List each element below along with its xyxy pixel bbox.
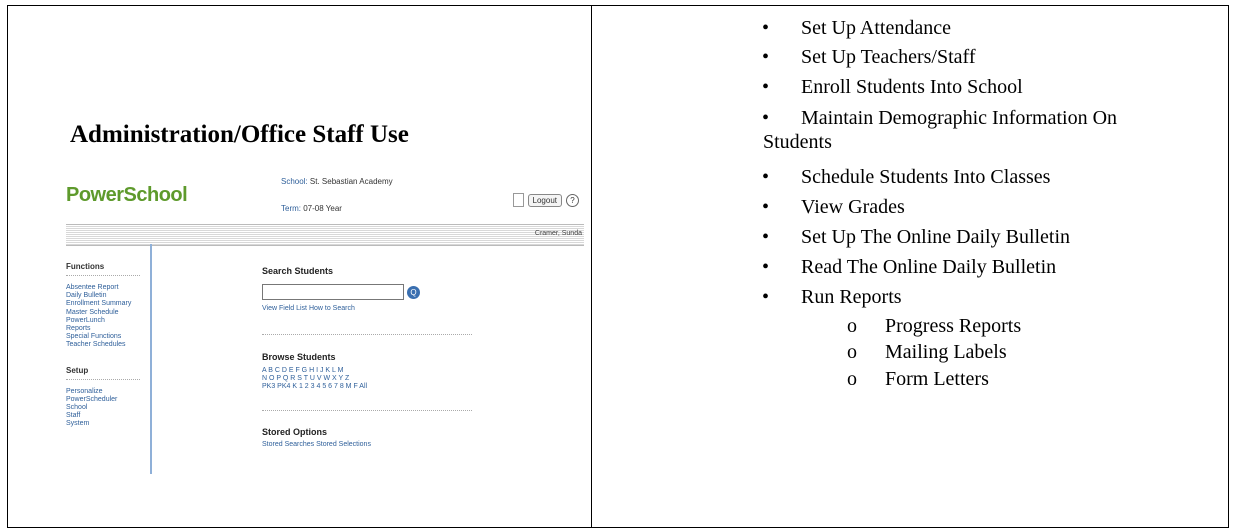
list-item: • Read The Online Daily Bulletin: [592, 256, 1228, 280]
sidebar-link[interactable]: Master Schedule: [66, 309, 150, 317]
list-item-text: Set Up Attendance: [801, 17, 951, 39]
browse-section: Browse Students A B C D E F G H I J K L …: [262, 352, 367, 391]
sub-list-item-text: Mailing Labels: [885, 341, 1007, 363]
school-info: School: St. Sebastian Academy Term: 07-0…: [281, 176, 393, 215]
sub-list-item: o Progress Reports: [592, 315, 1228, 339]
logout-button[interactable]: Logout: [527, 193, 562, 207]
list-item-text: Run Reports: [801, 286, 902, 308]
list-item-text: Set Up Teachers/Staff: [801, 46, 976, 68]
sidebar-link[interactable]: Personalize: [66, 388, 150, 396]
bullet-icon: •: [762, 166, 770, 188]
stored-section: Stored Options Stored Searches Stored Se…: [262, 427, 371, 448]
list-item: • Enroll Students Into School: [592, 76, 1228, 100]
bullet-icon: •: [762, 286, 770, 308]
divider: [262, 334, 472, 335]
list-item-text: Enroll Students Into School: [801, 76, 1023, 98]
header-tools: Logout ?: [512, 193, 579, 207]
functions-title: Functions: [66, 262, 140, 276]
sidebar-link[interactable]: System: [66, 420, 150, 428]
sub-list-item-text: Form Letters: [885, 368, 989, 390]
sidebar-link[interactable]: Teacher Schedules: [66, 341, 150, 349]
list-item: • View Grades: [592, 196, 1228, 220]
list-item: • Set Up Attendance: [592, 17, 1228, 41]
document-table: Administration/Office Staff Use PowerSch…: [7, 5, 1229, 528]
sub-bullet-icon: o: [847, 368, 857, 390]
browse-title: Browse Students: [262, 352, 336, 362]
bullet-icon: •: [762, 107, 770, 129]
list-item: • Schedule Students Into Classes: [592, 166, 1228, 190]
term-value: 07-08 Year: [303, 204, 342, 213]
user-bar: Cramer, Sunda: [66, 224, 584, 246]
search-icon[interactable]: Q: [407, 285, 420, 299]
school-label: School:: [281, 177, 308, 186]
sidebar-link[interactable]: Enrollment Summary: [66, 300, 150, 308]
list-item-continuation: Students: [763, 131, 832, 153]
bullet-icon: •: [762, 17, 770, 39]
list-item: • Run Reports: [592, 286, 1228, 310]
bullet-icon: •: [762, 226, 770, 248]
document-icon[interactable]: [512, 193, 524, 207]
sidebar-link[interactable]: Special Functions: [66, 333, 150, 341]
term-label: Term:: [281, 204, 301, 213]
stored-links[interactable]: Stored Searches Stored Selections: [262, 441, 371, 448]
list-item-text: Set Up The Online Daily Bulletin: [801, 226, 1071, 248]
setup-list: Personalize PowerScheduler School Staff …: [66, 388, 150, 429]
right-cell: • Set Up Attendance • Set Up Teachers/Staf…: [592, 6, 1228, 527]
setup-title: Setup: [66, 366, 140, 380]
bullet-icon: •: [762, 256, 770, 278]
stored-title: Stored Options: [262, 427, 327, 437]
school-value: St. Sebastian Academy: [309, 177, 393, 186]
list-item-text: Maintain Demographic Information On: [801, 107, 1118, 129]
sidebar-link[interactable]: PowerLunch: [66, 317, 150, 325]
sub-bullet-icon: o: [847, 315, 857, 337]
bullet-icon: •: [762, 76, 770, 98]
user-name: Cramer, Sunda: [534, 230, 582, 237]
sidebar: Functions Absentee Report Daily Bulletin…: [66, 244, 152, 474]
list-item-text: View Grades: [801, 196, 905, 218]
search-title: Search Students: [262, 266, 334, 276]
search-input[interactable]: [262, 284, 404, 300]
sidebar-link[interactable]: Staff: [66, 412, 150, 420]
sidebar-link[interactable]: Daily Bulletin: [66, 292, 150, 300]
browse-letters[interactable]: A B C D E F G H I J K L M: [262, 367, 367, 375]
browse-grades[interactable]: PK3 PK4 K 1 2 3 4 5 6 7 8 M F All: [262, 383, 367, 391]
section-heading: Administration/Office Staff Use: [70, 121, 409, 148]
left-cell: Administration/Office Staff Use PowerSch…: [8, 6, 591, 527]
browse-letters[interactable]: N O P Q R S T U V W X Y Z: [262, 375, 367, 383]
divider: [262, 410, 472, 411]
search-section: Search Students Q View Field List How to…: [262, 266, 420, 312]
list-item: • Set Up The Online Daily Bulletin: [592, 226, 1228, 250]
sub-list-item: o Mailing Labels: [592, 341, 1228, 365]
list-item-text: Read The Online Daily Bulletin: [801, 256, 1057, 278]
sidebar-link[interactable]: Absentee Report: [66, 284, 150, 292]
search-links[interactable]: View Field List How to Search: [262, 305, 420, 312]
sidebar-link[interactable]: PowerScheduler: [66, 396, 150, 404]
list-item: • Maintain Demographic Information On Stud…: [592, 107, 1228, 153]
sub-list-item-text: Progress Reports: [885, 315, 1022, 337]
sub-list-item: o Form Letters: [592, 368, 1228, 392]
bullet-icon: •: [762, 196, 770, 218]
bullet-icon: •: [762, 46, 770, 68]
sidebar-link[interactable]: School: [66, 404, 150, 412]
sidebar-link[interactable]: Reports: [66, 325, 150, 333]
powerschool-screenshot: PowerSchool School: St. Sebastian Academ…: [66, 166, 584, 474]
powerschool-logo: PowerSchool: [66, 184, 188, 206]
functions-list: Absentee Report Daily Bulletin Enrollmen…: [66, 284, 150, 350]
list-item-text: Schedule Students Into Classes: [801, 166, 1051, 188]
sub-bullet-icon: o: [847, 341, 857, 363]
list-item: • Set Up Teachers/Staff: [592, 46, 1228, 70]
help-icon[interactable]: ?: [566, 193, 579, 207]
